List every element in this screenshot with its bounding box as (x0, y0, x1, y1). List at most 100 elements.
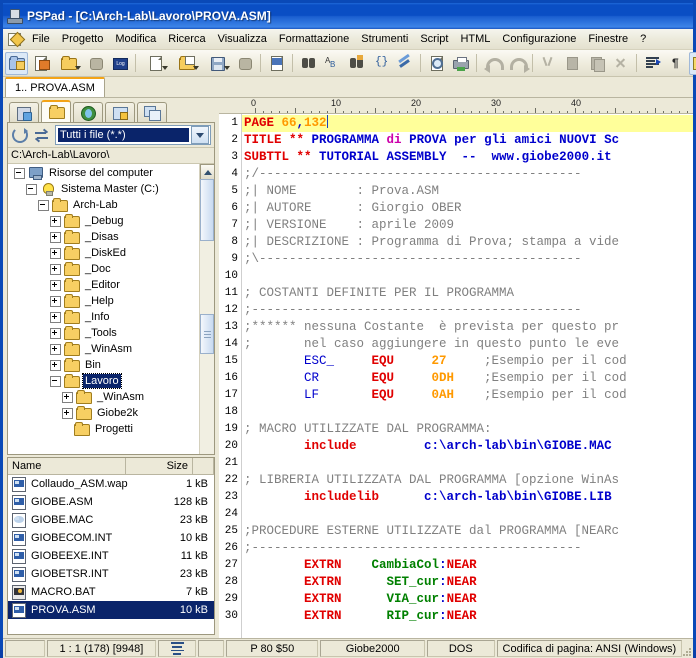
code-line[interactable] (242, 506, 693, 523)
menu-item-file[interactable]: File (26, 31, 56, 47)
menu-item-configurazione[interactable]: Configurazione (496, 31, 582, 47)
tree-item[interactable]: Sistema Master (C:) (8, 181, 200, 197)
code-line[interactable]: ;| DESCRIZIONE : Programma di Prova; sta… (242, 234, 693, 251)
indent-icon[interactable] (641, 52, 664, 75)
file-list-row[interactable]: GIOBE.ASM 128 kB (8, 493, 214, 511)
file-list-row[interactable]: GIOBECOM.INT 10 kB (8, 529, 214, 547)
chevron-down-icon[interactable] (193, 65, 199, 70)
expand-plus-icon[interactable] (50, 359, 61, 371)
expand-plus-icon[interactable] (50, 263, 61, 275)
column-header-size[interactable]: Size (126, 458, 193, 474)
redo-icon[interactable] (505, 52, 530, 75)
print-preview-icon[interactable] (425, 52, 448, 75)
find-next-icon[interactable] (345, 52, 368, 75)
tree-item[interactable]: _Editor (8, 277, 200, 293)
matching-brace-icon[interactable]: {} (369, 52, 392, 75)
expand-plus-icon[interactable] (50, 279, 61, 291)
code-line[interactable]: ;| AUTORE : Giorgio OBER (242, 200, 693, 217)
tree-item[interactable]: Progetti (8, 421, 200, 437)
collapse-minus-icon[interactable] (50, 375, 61, 387)
save-project-icon[interactable] (84, 52, 107, 75)
cut-icon[interactable] (537, 52, 560, 75)
expand-plus-icon[interactable] (62, 407, 73, 419)
chevron-down-icon[interactable] (224, 65, 230, 70)
code-line[interactable] (242, 404, 693, 421)
code-line[interactable]: ;| NOME : Prova.ASM (242, 183, 693, 200)
menu-item-help[interactable]: ? (634, 31, 652, 47)
tree-item[interactable]: _DiskEd (8, 245, 200, 261)
status-highlighter[interactable]: Giobe2000 (320, 640, 425, 657)
tree-item[interactable]: Bin (8, 357, 200, 373)
refresh-icon[interactable] (11, 126, 29, 144)
menu-item-finestre[interactable]: Finestre (582, 31, 634, 47)
spellcheck-icon[interactable]: ab (689, 51, 696, 75)
tab-file-browser[interactable] (41, 100, 71, 122)
file-list-row[interactable]: Collaudo_ASM.wap 1 kB (8, 475, 214, 493)
tree-item[interactable]: _WinAsm (8, 341, 200, 357)
scroll-thumb-lower[interactable] (200, 314, 214, 354)
code-line[interactable]: includelib c:\arch-lab\bin\GIOBE.LIB (242, 489, 693, 506)
chevron-down-icon[interactable] (162, 65, 168, 70)
tree-item[interactable]: Risorse del computer (8, 165, 200, 181)
expand-plus-icon[interactable] (50, 311, 61, 323)
editor-code-area[interactable]: 1 2 3 4 5 6 7 8 9 10 11 12 13 14 15 16 17 18 19 20 21 22 23 24 2… (219, 114, 693, 638)
code-line[interactable]: ; COSTANTI DEFINITE PER IL PROGRAMMA (242, 285, 693, 302)
text-lines-icon[interactable] (158, 640, 197, 657)
code-line[interactable]: include c:\arch-lab\bin\GIOBE.MAC (242, 438, 693, 455)
status-format[interactable]: DOS (426, 640, 495, 657)
tree-item[interactable]: _Debug (8, 213, 200, 229)
file-list-row[interactable]: GIOBE.MAC 23 kB (8, 511, 214, 529)
expand-plus-icon[interactable] (62, 391, 73, 403)
copy-icon[interactable] (561, 52, 584, 75)
file-list-body[interactable]: Collaudo_ASM.wap 1 kB GIOBE.ASM 128 kB GIOBE… (8, 475, 214, 634)
tree-item[interactable]: _Tools (8, 325, 200, 341)
open-project-icon[interactable] (29, 52, 52, 75)
code-line[interactable]: ; nel caso aggiungere in questo punto le… (242, 336, 693, 353)
menu-item-formattazione[interactable]: Formattazione (273, 31, 355, 47)
expand-plus-icon[interactable] (50, 295, 61, 307)
code-line[interactable]: TITLE ** PROGRAMMA di PROVA per gli amic… (242, 132, 693, 149)
scroll-thumb[interactable] (200, 179, 214, 241)
menu-item-strumenti[interactable]: Strumenti (355, 31, 414, 47)
expand-plus-icon[interactable] (50, 215, 61, 227)
file-list-row[interactable]: MACRO.BAT 7 kB (8, 583, 214, 601)
code-line[interactable]: ESC_ EQU 27 ;Esempio per il cod (242, 353, 693, 370)
menu-item-progetto[interactable]: Progetto (56, 31, 110, 47)
code-line[interactable]: PAGE 66,132 (242, 115, 693, 132)
code-line[interactable]: LF EQU 0AH ;Esempio per il cod (242, 387, 693, 404)
tree-item[interactable]: _Help (8, 293, 200, 309)
print-icon[interactable] (449, 52, 472, 75)
expand-plus-icon[interactable] (50, 327, 61, 339)
code-line[interactable]: ;| VERSIONE : aprile 2009 (242, 217, 693, 234)
tab-web-browser[interactable] (73, 102, 103, 122)
tree-item[interactable]: _Info (8, 309, 200, 325)
editor-text[interactable]: PAGE 66,132 TITLE ** PROGRAMMA di PROVA p… (242, 114, 693, 638)
code-line[interactable]: ;\--------------------------------------… (242, 251, 693, 268)
code-line[interactable]: ;---------------------------------------… (242, 302, 693, 319)
new-project-icon[interactable] (5, 51, 28, 75)
code-line[interactable]: CR EQU 0DH ;Esempio per il cod (242, 370, 693, 387)
tab-file-explorer-asm[interactable] (9, 102, 39, 122)
collapse-minus-icon[interactable] (14, 167, 25, 179)
open-folder-icon[interactable] (53, 52, 83, 75)
open-file-icon[interactable] (171, 52, 201, 75)
code-line[interactable]: ;/--------------------------------------… (242, 166, 693, 183)
sync-arrows-icon[interactable] (33, 126, 51, 144)
tree-item[interactable]: Lavoro (8, 373, 200, 389)
highlight-icon[interactable] (393, 52, 416, 75)
code-line[interactable]: ;---------------------------------------… (242, 540, 693, 557)
new-file-icon[interactable] (140, 52, 170, 75)
file-filter-combo[interactable]: Tutti i file (*.*) (55, 125, 211, 145)
file-list-row[interactable]: GIOBETSR.INT 23 kB (8, 565, 214, 583)
expand-plus-icon[interactable] (50, 247, 61, 259)
window-resize-grip[interactable] (682, 639, 693, 658)
code-line[interactable]: EXTRN RIP_cur:NEAR (242, 608, 693, 625)
tree-item[interactable]: _Doc (8, 261, 200, 277)
save-file-icon[interactable] (202, 52, 232, 75)
reopen-icon[interactable] (265, 52, 288, 75)
status-encoding[interactable]: Codifica di pagina: ANSI (Windows) (496, 640, 683, 657)
tree-item[interactable]: Giobe2k (8, 405, 200, 421)
tree-item[interactable]: _Disas (8, 229, 200, 245)
code-line[interactable]: ;****** nessuna Costante è prevista per … (242, 319, 693, 336)
tree-item[interactable]: _WinAsm (8, 389, 200, 405)
